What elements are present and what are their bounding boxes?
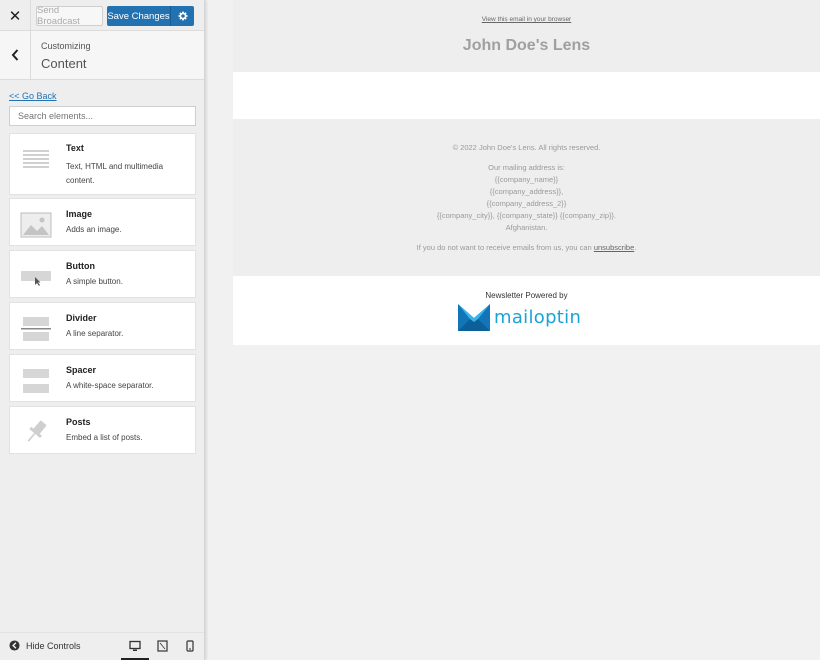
mobile-icon: [186, 640, 194, 652]
customizing-label: Customizing: [41, 41, 91, 51]
customizing-header: Customizing Content: [0, 31, 204, 80]
preview-tablet-button[interactable]: [154, 638, 170, 654]
publish-settings-button[interactable]: [170, 6, 194, 26]
email-preview: View this email in your browser John Doe…: [233, 0, 820, 345]
hide-controls-label: Hide Controls: [26, 640, 81, 651]
collapse-icon: [9, 640, 20, 651]
element-title: Button: [66, 261, 95, 271]
unsubscribe-prefix: If you do not want to receive emails fro…: [416, 243, 594, 252]
chevron-left-icon: [11, 49, 19, 61]
gear-icon: [178, 11, 187, 21]
back-button[interactable]: [0, 31, 31, 79]
element-divider[interactable]: Divider A line separator.: [9, 302, 196, 350]
address-line: {{company_address}},: [489, 187, 564, 196]
email-footer: © 2022 John Doe's Lens. All rights reser…: [233, 119, 820, 276]
search-elements-input[interactable]: [9, 106, 196, 126]
hide-controls-button[interactable]: Hide Controls: [9, 640, 81, 651]
powered-by-section: Newsletter Powered by mailoptin: [233, 276, 820, 345]
element-description: A simple button.: [66, 277, 123, 286]
brand-title: John Doe's Lens: [462, 37, 591, 54]
pin-icon: [27, 420, 47, 442]
content-area: [233, 72, 820, 119]
close-icon: ✕: [8, 7, 22, 25]
address-line: Afghanistan.: [505, 223, 548, 232]
desktop-icon: [129, 640, 141, 651]
mailing-address-label: Our mailing address is:: [488, 163, 565, 172]
customizer-sidebar: ✕ Send Broadcast Save Changes Customizin…: [0, 0, 205, 660]
view-in-browser-link[interactable]: View this email in your browser: [233, 16, 820, 23]
send-broadcast-button[interactable]: Send Broadcast: [36, 5, 103, 27]
element-title: Posts: [66, 417, 91, 427]
mailoptin-logo-icon: [458, 304, 490, 331]
unsubscribe-link[interactable]: unsubscribe: [594, 243, 634, 252]
element-title: Image: [66, 209, 93, 219]
mailoptin-logo[interactable]: mailoptin: [457, 302, 581, 332]
address-line: {{company_address_2}}: [486, 199, 567, 208]
copyright-text: © 2022 John Doe's Lens. All rights reser…: [452, 143, 601, 152]
text-lines-icon: [23, 150, 49, 168]
element-description: A line separator.: [66, 329, 124, 338]
element-description: Text, HTML and multimedia content.: [66, 162, 164, 185]
element-description: Adds an image.: [66, 225, 122, 234]
image-icon: [20, 212, 52, 238]
element-description: A white-space separator.: [66, 381, 154, 390]
divider-icon: [21, 317, 51, 341]
element-button[interactable]: Button A simple button.: [9, 250, 196, 298]
element-text[interactable]: Text Text, HTML and multimedia content.: [9, 133, 196, 195]
element-image[interactable]: Image Adds an image.: [9, 198, 196, 246]
preview-desktop-button[interactable]: [127, 638, 143, 654]
customizer-topbar: ✕ Send Broadcast Save Changes: [0, 0, 204, 31]
mailoptin-logo-text: mailoptin: [494, 306, 582, 328]
button-icon: [21, 271, 51, 286]
unsubscribe-text: If you do not want to receive emails fro…: [233, 243, 820, 252]
unsubscribe-suffix: .: [634, 243, 637, 252]
customizer-footer: Hide Controls: [0, 632, 204, 660]
close-customizer-button[interactable]: ✕: [0, 0, 31, 31]
go-back-link[interactable]: << Go Back: [9, 91, 57, 101]
element-title: Divider: [66, 313, 97, 323]
element-spacer[interactable]: Spacer A white-space separator.: [9, 354, 196, 402]
element-title: Spacer: [66, 365, 97, 375]
powered-by-text: Newsletter Powered by: [485, 291, 568, 300]
tablet-icon: [156, 640, 168, 652]
address-line: {{company_name}}: [494, 175, 559, 184]
section-title: Content: [41, 56, 87, 71]
preview-mobile-button[interactable]: [182, 638, 198, 654]
spacer-icon: [23, 369, 49, 393]
address-line: {{company_city}}, {{company_state}} {{co…: [436, 211, 617, 220]
element-posts[interactable]: Posts Embed a list of posts.: [9, 406, 196, 454]
element-description: Embed a list of posts.: [66, 433, 143, 442]
save-changes-button[interactable]: Save Changes: [107, 6, 170, 26]
element-title: Text: [66, 143, 84, 153]
